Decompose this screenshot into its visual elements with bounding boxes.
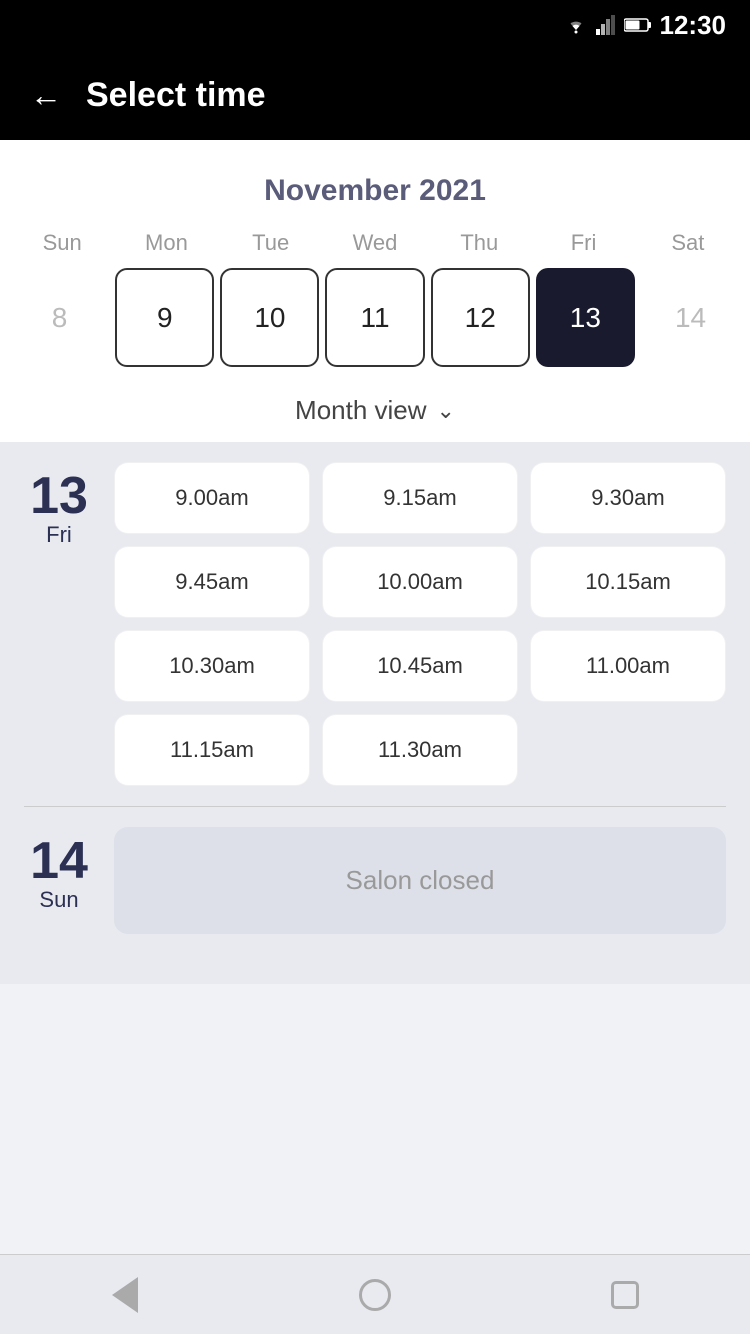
calendar-day-10[interactable]: 10	[220, 268, 319, 367]
nav-home-button[interactable]	[345, 1265, 405, 1325]
calendar-days: 8 9 10 11 12 13 14	[0, 268, 750, 381]
day-14-block: 14 Sun Salon closed	[24, 827, 726, 934]
battery-icon	[624, 17, 652, 33]
time-slot-1000am[interactable]: 10.00am	[322, 546, 518, 618]
weekday-fri: Fri	[531, 226, 635, 260]
day-13-label: 13 Fri	[24, 462, 94, 786]
weekday-tue: Tue	[219, 226, 323, 260]
calendar-day-14[interactable]: 14	[641, 268, 740, 367]
time-slot-1015am[interactable]: 10.15am	[530, 546, 726, 618]
wifi-icon	[564, 16, 588, 34]
day-13-number: 13	[30, 470, 88, 522]
calendar-day-8[interactable]: 8	[10, 268, 109, 367]
day-14-name: Sun	[39, 887, 78, 913]
day-14-label: 14 Sun	[24, 827, 94, 934]
time-slot-1045am[interactable]: 10.45am	[322, 630, 518, 702]
time-slot-915am[interactable]: 9.15am	[322, 462, 518, 534]
calendar-day-9[interactable]: 9	[115, 268, 214, 367]
day-14-number: 14	[30, 835, 88, 887]
time-slot-1030am[interactable]: 10.30am	[114, 630, 310, 702]
time-slot-1115am[interactable]: 11.15am	[114, 714, 310, 786]
time-slot-945am[interactable]: 9.45am	[114, 546, 310, 618]
back-triangle-icon	[112, 1277, 138, 1313]
back-button[interactable]: ←	[30, 77, 62, 114]
page-title: Select time	[86, 76, 266, 115]
salon-closed-box: Salon closed	[114, 827, 726, 934]
signal-icon	[596, 15, 616, 35]
home-circle-icon	[359, 1279, 391, 1311]
day-13-name: Fri	[46, 522, 72, 548]
month-view-label: Month view	[295, 395, 427, 426]
day-13-slots-grid: 9.00am 9.15am 9.30am 9.45am 10.00am 10.1…	[114, 462, 726, 786]
weekday-wed: Wed	[323, 226, 427, 260]
nav-recent-button[interactable]	[595, 1265, 655, 1325]
month-view-toggle[interactable]: Month view ⌄	[0, 381, 750, 442]
app-header: ← Select time	[0, 50, 750, 140]
day-13-block: 13 Fri 9.00am 9.15am 9.30am 9.45am 10.00…	[24, 462, 726, 786]
nav-bar	[0, 1254, 750, 1334]
timeslots-section: 13 Fri 9.00am 9.15am 9.30am 9.45am 10.00…	[0, 442, 750, 984]
weekday-sun: Sun	[10, 226, 114, 260]
status-time: 12:30	[660, 10, 727, 41]
calendar-day-11[interactable]: 11	[325, 268, 424, 367]
calendar-weekdays: Sun Mon Tue Wed Thu Fri Sat	[0, 226, 750, 260]
weekday-thu: Thu	[427, 226, 531, 260]
section-divider	[24, 806, 726, 807]
time-slot-1100am[interactable]: 11.00am	[530, 630, 726, 702]
calendar-section: November 2021 Sun Mon Tue Wed Thu Fri Sa…	[0, 140, 750, 442]
calendar-day-12[interactable]: 12	[431, 268, 530, 367]
chevron-down-icon: ⌄	[437, 398, 455, 424]
status-bar: 12:30	[0, 0, 750, 50]
time-slot-1130am[interactable]: 11.30am	[322, 714, 518, 786]
status-icons: 12:30	[564, 10, 727, 41]
calendar-month-year: November 2021	[0, 160, 750, 226]
recent-square-icon	[611, 1281, 639, 1309]
weekday-sat: Sat	[636, 226, 740, 260]
calendar-day-13[interactable]: 13	[536, 268, 635, 367]
nav-back-button[interactable]	[95, 1265, 155, 1325]
time-slot-900am[interactable]: 9.00am	[114, 462, 310, 534]
salon-closed-text: Salon closed	[346, 865, 495, 896]
weekday-mon: Mon	[114, 226, 218, 260]
time-slot-930am[interactable]: 9.30am	[530, 462, 726, 534]
